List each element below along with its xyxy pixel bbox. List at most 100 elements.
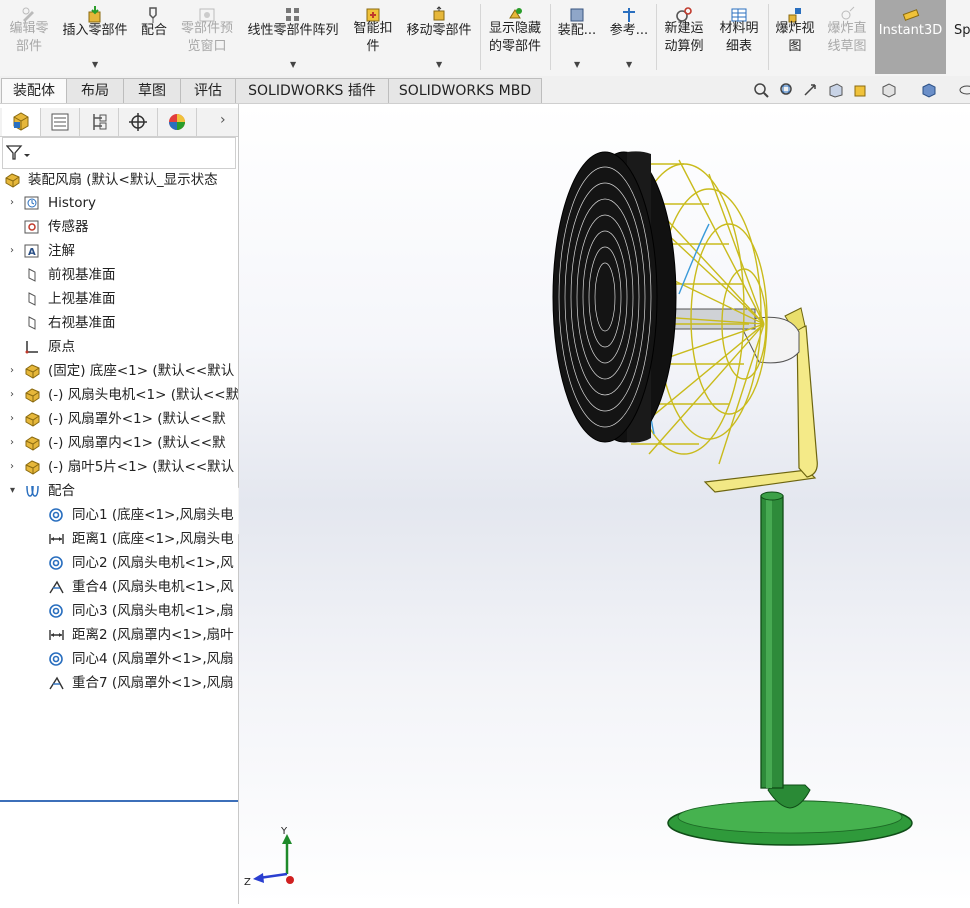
mate-item[interactable]: 距离1 (底座<1>,风扇头电 [0,528,238,550]
part-icon [24,411,41,427]
display-style-icon[interactable] [920,82,938,98]
tree-item[interactable]: 前视基准面 [0,264,238,286]
configuration-manager-icon [93,114,107,130]
mate-item[interactable]: 重合7 (风扇罩外<1>,风扇 [0,672,238,694]
tree-filter-box[interactable] [2,137,236,169]
coincident-icon [48,579,65,595]
feature-manager-icon [13,112,29,131]
property-manager-icon [51,113,69,131]
mate-item[interactable]: 距离2 (风扇罩内<1>,扇叶 [0,624,238,646]
feature-manager-panel: › 装配风扇 (默认<默认_显示状态 › History 传感器 › A 注解 前视基准面 上视… [0,104,239,904]
mate-item[interactable]: 同心3 (风扇头电机<1>,扇 [0,600,238,622]
tree-item-label: (-) 风扇罩外<1> (默认<<默 [48,411,226,427]
linear-pattern-button[interactable]: 线性零部件阵列 ▼ [240,0,346,74]
tree-item-label: (-) 风扇头电机<1> (默认<<默 [48,387,238,403]
chevron-right-icon[interactable]: › [10,384,20,406]
zoom-to-fit-icon[interactable] [752,82,770,98]
chevron-right-icon[interactable]: › [10,408,20,430]
zoom-to-area-icon[interactable] [777,82,795,98]
chevron-down-icon[interactable]: ▼ [626,56,632,74]
svg-text:A: A [28,247,36,258]
tree-item[interactable]: › (-) 风扇罩内<1> (默认<<默 [0,432,238,454]
tree-item[interactable]: › (-) 风扇头电机<1> (默认<<默 [0,384,238,406]
tree-item-label: History [48,195,97,211]
tab-assembly[interactable]: 装配体 [1,78,67,103]
chevron-right-icon[interactable]: › [10,240,20,262]
tree-item[interactable]: › A 注解 [0,240,238,262]
part-icon [4,172,21,188]
tab-solidworks-mbd[interactable]: SOLIDWORKS MBD [388,78,542,103]
coincident-icon [48,675,65,691]
mates-folder-icon [24,483,41,499]
tree-item-label: 原点 [48,339,75,355]
assembly-features-button[interactable]: 装配... ▼ [552,0,602,74]
graphics-viewport[interactable]: Y Z [239,104,970,904]
tree-item[interactable]: › (-) 扇叶5片<1> (默认<<默认 [0,456,238,478]
exploded-view-button[interactable]: 爆炸视 图 [770,0,820,74]
chevron-down-icon[interactable]: ▼ [574,56,580,74]
new-motion-study-button[interactable]: 新建运 动算例 [658,0,710,74]
mate-item[interactable]: 重合4 (风扇头电机<1>,风 [0,576,238,598]
mate-item[interactable]: 同心2 (风扇头电机<1>,风 [0,552,238,574]
tab-display-manager[interactable] [158,108,197,136]
tree-item-label: 上视基准面 [48,291,116,307]
tree-item[interactable]: › (固定) 底座<1> (默认<<默认 [0,360,238,382]
previous-view-icon[interactable] [802,82,820,98]
instant3d-button[interactable]: Instant3D [875,0,946,74]
tab-configuration-manager[interactable] [80,108,119,136]
chevron-down-icon[interactable]: ▼ [436,56,442,74]
tree-item[interactable]: 传感器 [0,216,238,238]
chevron-right-icon[interactable]: › [10,432,20,454]
tab-layout[interactable]: 布局 [66,78,124,103]
chevron-down-icon[interactable]: ▼ [290,56,296,74]
component-preview-window-button[interactable]: 零部件预 览窗口 [176,0,238,74]
tree-item[interactable]: › History [0,192,238,214]
insert-component-button[interactable]: 插入零部件 ▼ [58,0,132,74]
chevron-right-icon[interactable]: › [220,112,226,128]
dynamic-annotation-icon[interactable] [852,82,870,98]
tab-evaluate[interactable]: 评估 [180,78,236,103]
tree-item-label: (-) 扇叶5片<1> (默认<<默认 [48,459,235,475]
section-view-icon[interactable] [827,82,845,98]
annotation-icon: A [24,243,41,259]
explode-line-sketch-button[interactable]: 爆炸直 线草图 [822,0,872,74]
tree-item[interactable]: 上视基准面 [0,288,238,310]
tree-item-label: 同心1 (底座<1>,风扇头电 [72,507,234,523]
tab-property-manager[interactable] [41,108,80,136]
mate-item[interactable]: 同心4 (风扇罩外<1>,风扇 [0,648,238,670]
tree-item[interactable]: 原点 [0,336,238,358]
chevron-down-icon[interactable]: ▾ [10,480,20,502]
tab-sketch[interactable]: 草图 [123,78,181,103]
tree-item[interactable]: 右视基准面 [0,312,238,334]
panel-split-divider[interactable] [0,800,238,802]
history-icon [24,195,41,211]
tree-item[interactable]: ▾ 配合 [0,480,238,502]
part-icon [24,459,41,475]
reference-geometry-button[interactable]: 参考... ▼ [604,0,654,74]
speedpak-button[interactable]: Sp [950,0,970,74]
tab-feature-manager[interactable] [2,108,41,136]
bill-of-materials-button[interactable]: 材料明 细表 [712,0,766,74]
command-manager-ribbon: 编辑零 部件 插入零部件 ▼ 配合 零部件预 览窗口 线性零部件阵列 ▼ 智能扣… [0,0,970,77]
move-component-button[interactable]: 移动零部件 ▼ [400,0,478,74]
chevron-down-icon[interactable]: ▼ [92,56,98,74]
tab-dimxpert-manager[interactable] [119,108,158,136]
show-hidden-components-button[interactable]: 显示隐藏 的零部件 [482,0,548,74]
tree-item[interactable]: › (-) 风扇罩外<1> (默认<<默 [0,408,238,430]
smart-fastener-button[interactable]: 智能扣 件 [348,0,398,74]
chevron-right-icon[interactable]: › [10,456,20,478]
hide-show-items-icon[interactable] [958,82,970,98]
mate-item[interactable]: 同心1 (底座<1>,风扇头电 [0,504,238,526]
view-orientation-icon[interactable] [880,82,898,98]
panel-tab-strip: › [0,108,238,137]
mate-button[interactable]: 配合 [134,0,174,74]
chevron-right-icon[interactable]: › [10,360,20,382]
filter-icon [6,145,30,160]
edit-component-button[interactable]: 编辑零 部件 [2,0,56,74]
tab-solidworks-addins[interactable]: SOLIDWORKS 插件 [235,78,389,103]
tree-item-label: 传感器 [48,219,89,235]
part-icon [24,387,41,403]
tree-root-assembly[interactable]: 装配风扇 (默认<默认_显示状态 [0,169,238,191]
tree-item-label: 配合 [48,483,75,499]
chevron-right-icon[interactable]: › [10,192,20,214]
